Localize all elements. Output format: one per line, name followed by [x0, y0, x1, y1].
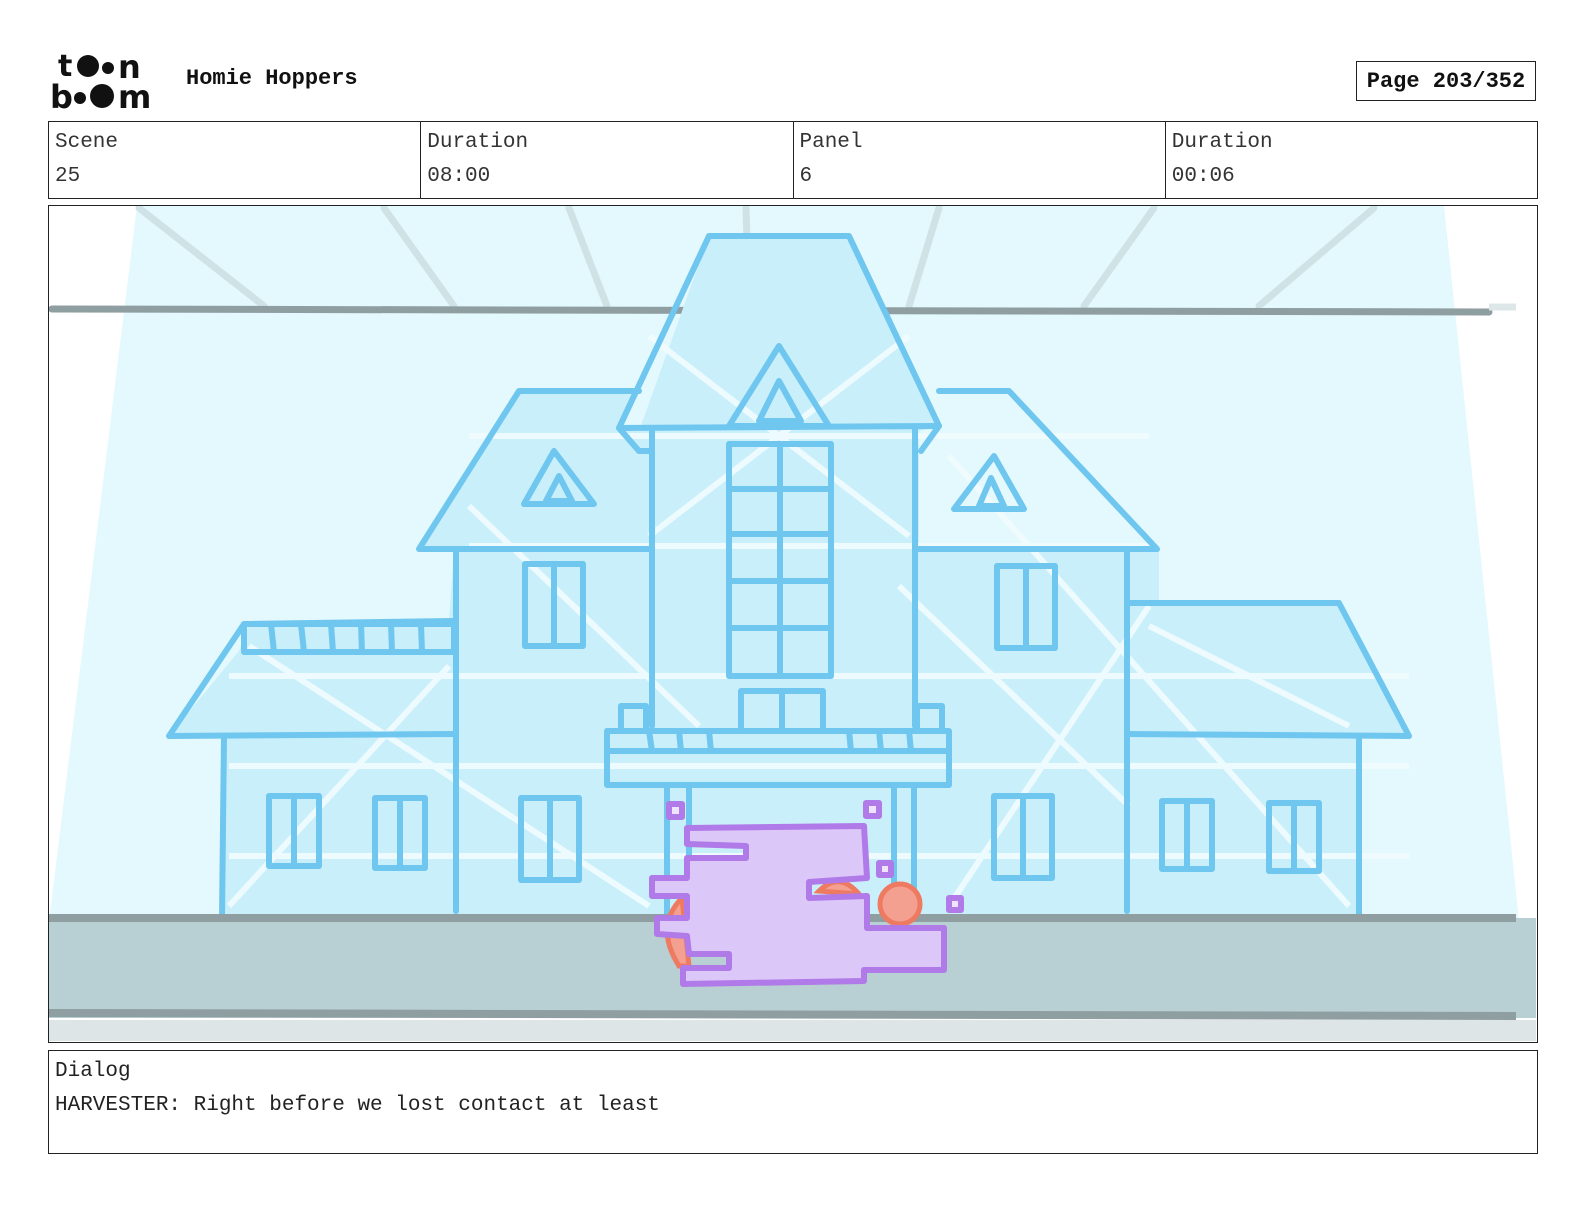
panel-label: Panel [799, 131, 863, 154]
panel-artwork [49, 206, 1536, 1041]
scene-cell: Scene 25 [49, 122, 422, 198]
svg-text:m: m [118, 78, 151, 112]
panel-duration-cell: Duration 00:06 [1166, 122, 1537, 198]
scene-info-table: Scene 25 Duration 08:00 Panel 6 Duration… [48, 121, 1538, 199]
toon-boom-logo: t n b m [50, 48, 165, 116]
scene-duration-label: Duration [427, 131, 529, 154]
panel-duration-value: 00:06 [1171, 165, 1235, 188]
svg-text:b: b [50, 78, 73, 112]
page-label: Page 203/352 [1366, 68, 1526, 94]
storyboard-panel [48, 205, 1538, 1043]
scene-duration-value: 08:00 [427, 165, 491, 188]
dialog-label: Dialog [55, 1060, 131, 1083]
scene-duration-cell: Duration 08:00 [421, 122, 794, 198]
panel-value: 6 [799, 165, 813, 188]
page-indicator: Page 203/352 [1356, 61, 1536, 101]
dialog-text: HARVESTER: Right before we lost contact … [55, 1094, 660, 1117]
panel-duration-label: Duration [1171, 131, 1273, 154]
scene-label: Scene [55, 131, 119, 154]
scene-value: 25 [55, 165, 81, 188]
panel-cell: Panel 6 [794, 122, 1166, 198]
dialog-box: Dialog HARVESTER: Right before we lost c… [48, 1050, 1538, 1154]
project-title: Homie Hoppers [186, 66, 358, 91]
